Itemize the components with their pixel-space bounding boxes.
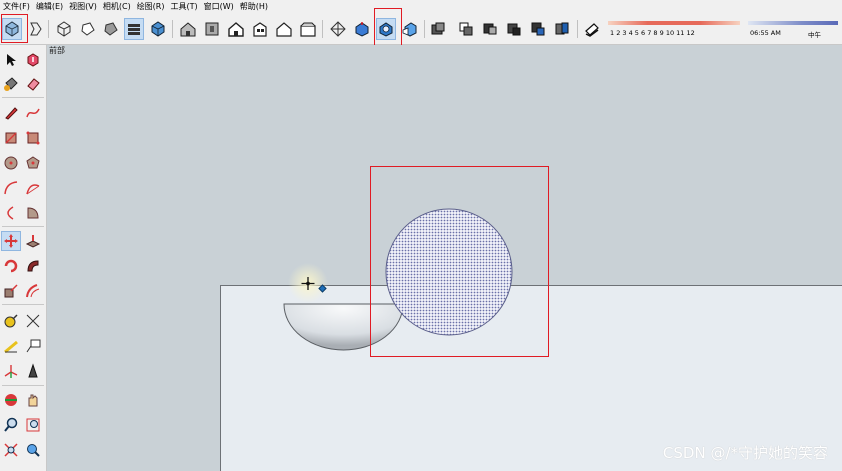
hidden-line-icon[interactable] <box>78 18 98 40</box>
axes-icon[interactable] <box>1 361 21 381</box>
menu-bar: 文件(F) 编辑(E) 视图(V) 相机(C) 绘图(R) 工具(T) 窗口(W… <box>0 0 842 14</box>
subtract-icon[interactable] <box>428 18 448 40</box>
menu-window[interactable]: 窗口(W) <box>201 0 237 14</box>
time-left-label: 06:55 AM <box>750 29 781 37</box>
follow-me-icon[interactable] <box>23 256 43 276</box>
tape-measure-icon[interactable] <box>1 311 21 331</box>
watermark: CSDN @/*守护她的笑容 <box>662 444 828 462</box>
trim-icon[interactable] <box>456 18 476 40</box>
left-view-icon[interactable] <box>298 18 318 40</box>
back-edges-icon[interactable] <box>25 18 45 40</box>
shaded-textures-icon[interactable] <box>124 18 144 40</box>
eraser-icon[interactable] <box>23 74 43 94</box>
shell-solid-icon[interactable] <box>504 18 524 40</box>
shadows-icon[interactable] <box>582 18 602 40</box>
rectangle-icon[interactable] <box>1 128 21 148</box>
previous-view-icon[interactable] <box>23 440 43 460</box>
solid-inspector-icon[interactable] <box>528 18 548 40</box>
split-icon[interactable] <box>480 18 500 40</box>
two-point-arc-icon[interactable] <box>23 178 43 198</box>
menu-help[interactable]: 帮助(H) <box>237 0 271 14</box>
solid-tools-icon[interactable] <box>552 18 572 40</box>
top-view-icon[interactable] <box>202 18 222 40</box>
offset-icon[interactable] <box>23 281 43 301</box>
front-view-icon[interactable] <box>226 18 246 40</box>
text-icon[interactable] <box>23 336 43 356</box>
main-toolbar: 1 2 3 4 5 6 7 8 9 10 11 12 06:55 AM 中午 <box>0 14 842 45</box>
back-view-icon[interactable] <box>274 18 294 40</box>
pencil-icon[interactable] <box>1 103 21 123</box>
time-slider[interactable]: 06:55 AM 中午 <box>748 17 838 41</box>
month-slider[interactable]: 1 2 3 4 5 6 7 8 9 10 11 12 <box>608 17 740 41</box>
section-plane-icon[interactable] <box>328 18 348 40</box>
union-icon[interactable] <box>400 18 420 40</box>
outer-shell-icon[interactable] <box>352 18 372 40</box>
menu-tools[interactable]: 工具(T) <box>168 0 201 14</box>
freehand-icon[interactable] <box>23 103 43 123</box>
iso-view-icon[interactable] <box>178 18 198 40</box>
right-view-icon[interactable] <box>250 18 270 40</box>
pie-icon[interactable] <box>23 203 43 223</box>
monochrome-icon[interactable] <box>148 18 168 40</box>
menu-file[interactable]: 文件(F) <box>0 0 33 14</box>
hemisphere <box>283 303 404 351</box>
left-toolbar <box>0 45 47 471</box>
polygon-icon[interactable] <box>23 153 43 173</box>
rotated-rectangle-icon[interactable] <box>23 128 43 148</box>
arc-icon[interactable] <box>1 178 21 198</box>
orbit-icon[interactable] <box>1 390 21 410</box>
rotate-icon[interactable] <box>1 256 21 276</box>
menu-draw[interactable]: 绘图(R) <box>134 0 168 14</box>
paint-bucket-icon[interactable] <box>1 74 21 94</box>
xray-sphere <box>385 208 513 336</box>
protractor-icon[interactable] <box>1 336 21 356</box>
three-point-arc-icon[interactable] <box>1 203 21 223</box>
month-ticks: 1 2 3 4 5 6 7 8 9 10 11 12 <box>610 29 695 37</box>
shaded-icon[interactable] <box>101 18 121 40</box>
zoom-extents-icon[interactable] <box>1 440 21 460</box>
scene-geometry <box>283 208 513 351</box>
intersect-icon[interactable] <box>376 18 396 40</box>
circle-icon[interactable] <box>1 153 21 173</box>
3d-text-icon[interactable] <box>23 361 43 381</box>
zoom-icon[interactable] <box>1 415 21 435</box>
wireframe-icon[interactable] <box>54 18 74 40</box>
model-viewport[interactable]: 前部 <box>47 45 842 471</box>
push-pull-icon[interactable] <box>23 231 43 251</box>
menu-camera[interactable]: 相机(C) <box>100 0 134 14</box>
pan-icon[interactable] <box>23 390 43 410</box>
scale-icon[interactable] <box>1 281 21 301</box>
xray-cube-icon[interactable] <box>2 18 22 40</box>
make-component-icon[interactable] <box>23 50 43 70</box>
move-icon[interactable] <box>1 231 21 251</box>
dimension-icon[interactable] <box>23 311 43 331</box>
menu-view[interactable]: 视图(V) <box>66 0 100 14</box>
menu-edit[interactable]: 编辑(E) <box>33 0 66 14</box>
time-right-label: 中午 <box>808 31 821 39</box>
zoom-window-icon[interactable] <box>23 415 43 435</box>
select-arrow-icon[interactable] <box>1 50 21 70</box>
